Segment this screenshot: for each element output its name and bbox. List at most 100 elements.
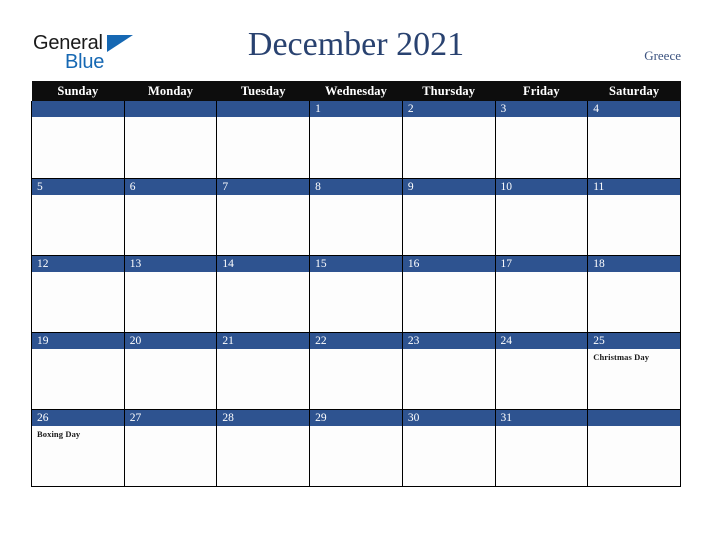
calendar-day-cell-friday-w3[interactable]: 17 bbox=[494, 255, 589, 333]
day-number-bar: 6 bbox=[125, 178, 216, 195]
day-cell-inner: 30 bbox=[403, 409, 495, 486]
day-cell-inner: 11 bbox=[588, 178, 680, 255]
day-number-bar: 17 bbox=[496, 255, 587, 272]
calendar-day-cell-tuesday-w1[interactable] bbox=[216, 101, 311, 179]
weekday-header-wednesday: Wednesday bbox=[309, 81, 403, 101]
calendar-day-cell-thursday-w4[interactable]: 23 bbox=[401, 332, 496, 410]
calendar-day-cell-monday-w4[interactable]: 20 bbox=[123, 332, 218, 410]
weekday-header-friday: Friday bbox=[495, 81, 588, 101]
day-number-bar: 16 bbox=[403, 255, 495, 272]
holiday-label: Christmas Day bbox=[593, 351, 650, 362]
calendar-day-cell-thursday-w2[interactable]: 9 bbox=[401, 178, 496, 256]
day-number-bar: 8 bbox=[310, 178, 402, 195]
calendar-day-cell-thursday-w1[interactable]: 2 bbox=[401, 101, 496, 179]
day-number-bar: 24 bbox=[496, 332, 587, 349]
weekday-header-saturday: Saturday bbox=[587, 81, 681, 101]
page-header: General Blue December 2021 Greece bbox=[0, 0, 712, 80]
day-number-bar: 12 bbox=[32, 255, 124, 272]
calendar-day-cell-sunday-w3[interactable]: 12 bbox=[31, 255, 125, 333]
day-cell-inner: 5 bbox=[32, 178, 124, 255]
weekday-header-row: Sunday Monday Tuesday Wednesday Thursday… bbox=[31, 81, 681, 101]
day-cell-inner: 6 bbox=[125, 178, 216, 255]
day-number-bar: 14 bbox=[217, 255, 309, 272]
day-number-bar: 4 bbox=[588, 101, 680, 117]
day-number-bar: 18 bbox=[588, 255, 680, 272]
day-cell-inner: 18 bbox=[588, 255, 680, 332]
day-cell-inner: 23 bbox=[403, 332, 495, 409]
calendar-week-row: 5 6 7 8 9 10 11 bbox=[31, 178, 681, 256]
day-number-bar: 20 bbox=[125, 332, 216, 349]
calendar-day-cell-tuesday-w4[interactable]: 21 bbox=[216, 332, 311, 410]
calendar-day-cell-saturday-w4[interactable]: 25 Christmas Day bbox=[587, 332, 681, 410]
day-cell-inner: 26 Boxing Day bbox=[32, 409, 124, 486]
day-number-bar: 2 bbox=[403, 101, 495, 117]
day-cell-inner: 10 bbox=[496, 178, 587, 255]
day-number-bar bbox=[32, 101, 124, 117]
day-cell-inner bbox=[217, 101, 309, 177]
day-number-bar: 31 bbox=[496, 409, 587, 426]
day-cell-inner bbox=[125, 101, 216, 177]
day-cell-inner: 2 bbox=[403, 101, 495, 177]
calendar-day-cell-tuesday-w5[interactable]: 28 bbox=[216, 409, 311, 487]
day-cell-inner: 29 bbox=[310, 409, 402, 486]
calendar-day-cell-saturday-w5[interactable] bbox=[587, 409, 681, 487]
weekday-header-tuesday: Tuesday bbox=[216, 81, 310, 101]
calendar-day-cell-monday-w5[interactable]: 27 bbox=[123, 409, 218, 487]
day-number-bar: 15 bbox=[310, 255, 402, 272]
day-cell-inner: 1 bbox=[310, 101, 402, 177]
calendar-day-cell-friday-w1[interactable]: 3 bbox=[494, 101, 589, 179]
holiday-label: Boxing Day bbox=[37, 428, 81, 439]
day-number-bar: 13 bbox=[125, 255, 216, 272]
calendar-day-cell-sunday-w2[interactable]: 5 bbox=[31, 178, 125, 256]
calendar-day-cell-wednesday-w4[interactable]: 22 bbox=[309, 332, 403, 410]
day-number-bar: 1 bbox=[310, 101, 402, 117]
calendar-day-cell-tuesday-w2[interactable]: 7 bbox=[216, 178, 311, 256]
day-cell-inner bbox=[32, 101, 124, 177]
day-cell-inner: 27 bbox=[125, 409, 216, 486]
day-number-bar: 26 bbox=[32, 409, 124, 426]
day-number-bar bbox=[588, 409, 680, 426]
calendar-day-cell-saturday-w3[interactable]: 18 bbox=[587, 255, 681, 333]
calendar-day-cell-sunday-w4[interactable]: 19 bbox=[31, 332, 125, 410]
calendar-day-cell-sunday-w1[interactable] bbox=[31, 101, 125, 179]
calendar-week-row: 12 13 14 15 16 17 18 bbox=[31, 255, 681, 333]
calendar-day-cell-monday-w1[interactable] bbox=[123, 101, 218, 179]
day-number-bar: 7 bbox=[217, 178, 309, 195]
calendar-day-cell-friday-w5[interactable]: 31 bbox=[494, 409, 589, 487]
calendar-day-cell-friday-w2[interactable]: 10 bbox=[494, 178, 589, 256]
day-cell-inner: 16 bbox=[403, 255, 495, 332]
country-label: Greece bbox=[644, 48, 681, 63]
calendar-day-cell-wednesday-w3[interactable]: 15 bbox=[309, 255, 403, 333]
calendar-day-cell-wednesday-w2[interactable]: 8 bbox=[309, 178, 403, 256]
calendar-day-cell-tuesday-w3[interactable]: 14 bbox=[216, 255, 311, 333]
calendar-day-cell-thursday-w5[interactable]: 30 bbox=[401, 409, 496, 487]
day-cell-inner: 24 bbox=[496, 332, 587, 409]
calendar-page: { "brand": { "word_one": "General", "wor… bbox=[0, 0, 712, 550]
day-number-bar bbox=[125, 101, 216, 117]
day-cell-inner: 31 bbox=[496, 409, 587, 486]
day-number-bar: 22 bbox=[310, 332, 402, 349]
day-cell-inner: 8 bbox=[310, 178, 402, 255]
calendar-day-cell-wednesday-w1[interactable]: 1 bbox=[309, 101, 403, 179]
calendar-day-cell-friday-w4[interactable]: 24 bbox=[494, 332, 589, 410]
day-cell-inner: 13 bbox=[125, 255, 216, 332]
day-number-bar: 5 bbox=[32, 178, 124, 195]
calendar-day-cell-monday-w2[interactable]: 6 bbox=[123, 178, 218, 256]
calendar-day-cell-thursday-w3[interactable]: 16 bbox=[401, 255, 496, 333]
calendar-day-cell-wednesday-w5[interactable]: 29 bbox=[309, 409, 403, 487]
weekday-header-monday: Monday bbox=[124, 81, 217, 101]
day-cell-inner: 19 bbox=[32, 332, 124, 409]
calendar-day-cell-saturday-w1[interactable]: 4 bbox=[587, 101, 681, 179]
calendar-day-cell-saturday-w2[interactable]: 11 bbox=[587, 178, 681, 256]
calendar-day-cell-monday-w3[interactable]: 13 bbox=[123, 255, 218, 333]
calendar-day-cell-sunday-w5[interactable]: 26 Boxing Day bbox=[31, 409, 125, 487]
day-number-bar: 30 bbox=[403, 409, 495, 426]
weekday-header-thursday: Thursday bbox=[402, 81, 496, 101]
calendar-week-row: 19 20 21 22 23 24 25 Christmas Day bbox=[31, 332, 681, 410]
day-number-bar: 27 bbox=[125, 409, 216, 426]
day-cell-inner: 20 bbox=[125, 332, 216, 409]
day-number-bar: 19 bbox=[32, 332, 124, 349]
day-cell-inner: 15 bbox=[310, 255, 402, 332]
day-cell-inner: 3 bbox=[496, 101, 587, 177]
day-number-bar: 29 bbox=[310, 409, 402, 426]
